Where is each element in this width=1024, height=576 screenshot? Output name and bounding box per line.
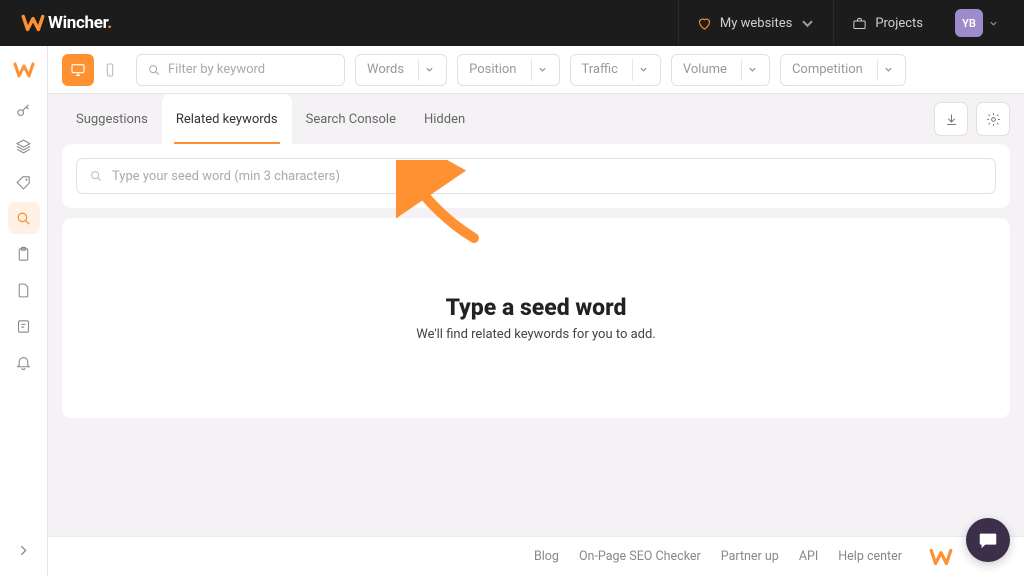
device-desktop-button[interactable]: [62, 54, 94, 86]
device-toggle: [62, 54, 126, 86]
nav-label: My websites: [720, 16, 792, 31]
chevron-down-icon: [531, 59, 553, 81]
sidebar: [0, 46, 48, 576]
search-icon: [15, 210, 32, 227]
seed-input[interactable]: [112, 169, 983, 184]
logo-mark-icon: [20, 10, 46, 36]
mobile-icon: [102, 62, 118, 78]
sidebar-collapse[interactable]: [8, 534, 40, 566]
nav-label: Projects: [875, 16, 923, 31]
download-icon: [944, 112, 959, 127]
filter-keyword-input[interactable]: [168, 62, 334, 77]
sidebar-item-file[interactable]: [8, 274, 40, 306]
dropdown-label: Volume: [683, 62, 727, 77]
tab-search-console[interactable]: Search Console: [292, 94, 410, 144]
chevron-down-icon: [741, 59, 763, 81]
tabs: Suggestions Related keywords Search Cons…: [62, 94, 1010, 144]
dropdown-label: Position: [469, 62, 516, 77]
footer-logo-icon: [928, 544, 954, 570]
footer-link-seo-checker[interactable]: On-Page SEO Checker: [579, 549, 701, 564]
tab-hidden[interactable]: Hidden: [410, 94, 479, 144]
main: Words Position Traffic Volume Competitio…: [48, 46, 1024, 576]
top-nav-right: My websites Projects YB: [678, 0, 1004, 46]
nav-projects[interactable]: Projects: [833, 0, 941, 46]
footer-link-partner[interactable]: Partner up: [721, 549, 779, 564]
tab-related-keywords[interactable]: Related keywords: [162, 94, 292, 144]
footer-link-blog[interactable]: Blog: [534, 549, 559, 564]
filter-toolbar: Words Position Traffic Volume Competitio…: [48, 46, 1024, 94]
seed-input-wrap[interactable]: [76, 158, 996, 194]
bell-icon: [15, 354, 32, 371]
seed-card: [62, 144, 1010, 208]
dropdown-position[interactable]: Position: [457, 54, 559, 86]
device-mobile-button[interactable]: [94, 54, 126, 86]
sidebar-item-bell[interactable]: [8, 346, 40, 378]
brand-name: Wincher.: [48, 13, 112, 33]
sidebar-item-clipboard[interactable]: [8, 238, 40, 270]
tag-icon: [15, 174, 32, 191]
footer-link-api[interactable]: API: [799, 549, 818, 564]
user-menu[interactable]: YB: [941, 9, 1004, 37]
chat-icon: [977, 529, 999, 551]
footer-link-help[interactable]: Help center: [838, 549, 902, 564]
empty-title: Type a seed word: [446, 294, 627, 321]
chevron-down-icon: [418, 59, 440, 81]
sidebar-item-search[interactable]: [8, 202, 40, 234]
search-icon: [89, 169, 103, 183]
search-icon: [147, 63, 161, 77]
empty-state: Type a seed word We'll find related keyw…: [62, 218, 1010, 418]
dropdown-words[interactable]: Words: [355, 54, 447, 86]
note-icon: [15, 318, 32, 335]
sidebar-item-note[interactable]: [8, 310, 40, 342]
chevron-down-icon: [877, 59, 899, 81]
empty-subtitle: We'll find related keywords for you to a…: [416, 327, 656, 342]
dropdown-traffic[interactable]: Traffic: [570, 54, 661, 86]
brand-logo[interactable]: Wincher.: [20, 10, 112, 36]
chevron-down-icon: [800, 16, 815, 31]
filter-keyword-wrap[interactable]: [136, 54, 345, 86]
dropdown-label: Competition: [792, 62, 863, 77]
briefcase-icon: [852, 16, 867, 31]
dropdown-volume[interactable]: Volume: [671, 54, 770, 86]
chevron-right-icon: [15, 542, 32, 559]
settings-button[interactable]: [976, 102, 1010, 136]
sidebar-item-key[interactable]: [8, 94, 40, 126]
sidebar-item-tag[interactable]: [8, 166, 40, 198]
top-nav: Wincher. My websites Projects YB: [0, 0, 1024, 46]
sidebar-item-stack[interactable]: [8, 130, 40, 162]
nav-my-websites[interactable]: My websites: [678, 0, 833, 46]
dropdown-label: Words: [367, 62, 404, 77]
gear-icon: [986, 112, 1001, 127]
dropdown-competition[interactable]: Competition: [780, 54, 906, 86]
dropdown-label: Traffic: [582, 62, 618, 77]
clipboard-icon: [15, 246, 32, 263]
layers-icon: [15, 138, 32, 155]
footer: Blog On-Page SEO Checker Partner up API …: [48, 536, 1024, 576]
desktop-icon: [70, 62, 86, 78]
avatar: YB: [955, 9, 983, 37]
key-icon: [15, 102, 32, 119]
chevron-down-icon: [632, 59, 654, 81]
download-button[interactable]: [934, 102, 968, 136]
chat-launcher[interactable]: [966, 518, 1010, 562]
chevron-down-icon: [989, 19, 998, 28]
tab-suggestions[interactable]: Suggestions: [62, 94, 162, 144]
heart-icon: [697, 16, 712, 31]
content: Suggestions Related keywords Search Cons…: [48, 94, 1024, 576]
file-icon: [15, 282, 32, 299]
sidebar-logo-icon[interactable]: [12, 58, 36, 82]
